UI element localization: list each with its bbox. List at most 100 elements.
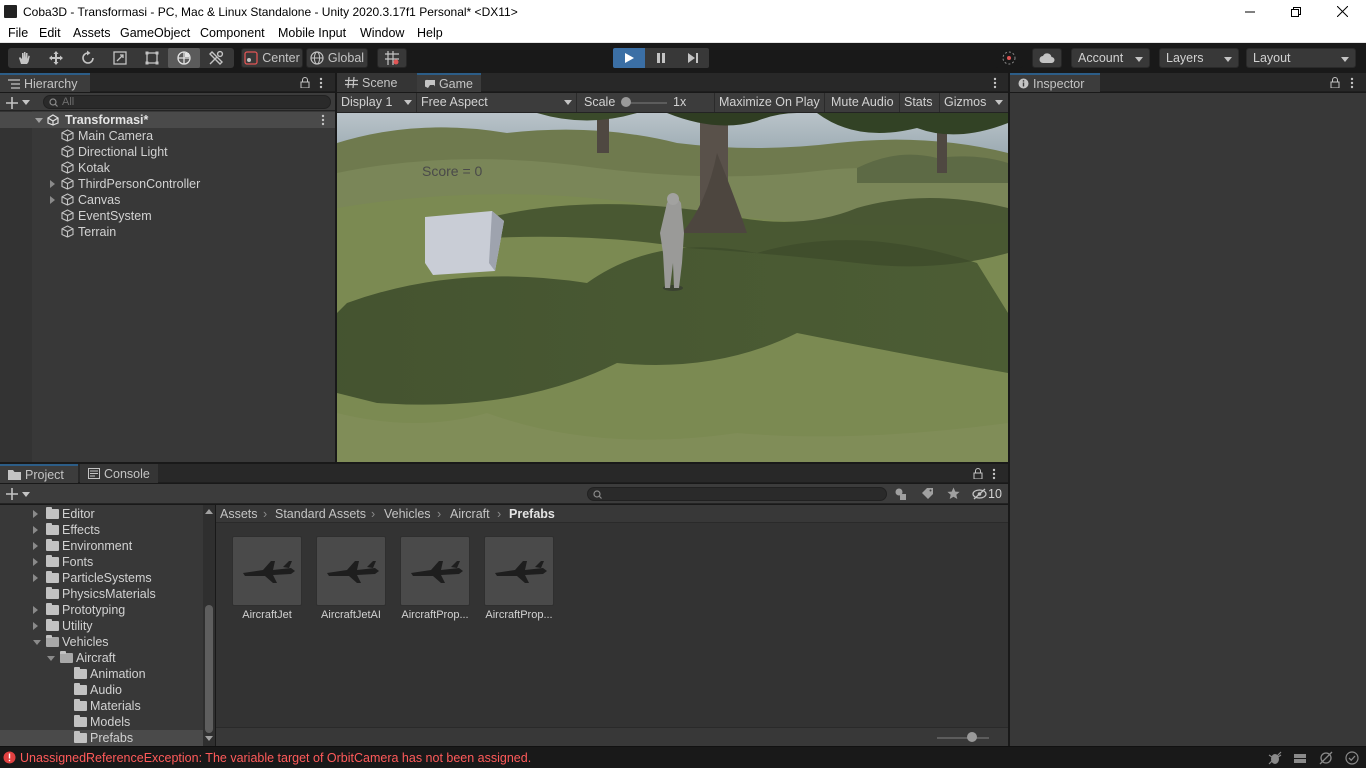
star-icon[interactable] [947, 487, 960, 500]
kebab-menu-icon[interactable] [992, 468, 996, 480]
tab-hierarchy[interactable]: Hierarchy [0, 73, 90, 92]
scroll-up-icon[interactable] [205, 509, 213, 514]
scale-tool-button[interactable] [104, 48, 136, 68]
bug-disabled-icon[interactable] [1268, 751, 1282, 765]
tab-project[interactable]: Project [0, 464, 78, 483]
snap-grid-button[interactable] [377, 48, 407, 68]
rotate-tool-button[interactable] [72, 48, 104, 68]
layout-dropdown[interactable]: Layout [1246, 48, 1356, 68]
lock-icon[interactable] [1330, 77, 1340, 88]
project-tree-item[interactable]: Prototyping [0, 602, 203, 618]
account-dropdown[interactable]: Account [1071, 48, 1150, 68]
project-tree-item[interactable]: Effects [0, 522, 203, 538]
project-tree-item[interactable]: ParticleSystems [0, 570, 203, 586]
tab-scene[interactable]: Scene [337, 73, 417, 92]
space-global-toggle[interactable]: Global [306, 48, 368, 68]
breadcrumb-current[interactable]: Prefabs [509, 507, 555, 521]
kebab-menu-icon[interactable] [321, 114, 325, 126]
build-icon[interactable] [1293, 751, 1307, 765]
breadcrumb-item[interactable]: Assets [220, 507, 258, 521]
fold-closed-icon[interactable] [33, 526, 38, 534]
fold-closed-icon[interactable] [50, 180, 55, 188]
project-tree-item[interactable]: PhysicsMaterials [0, 586, 203, 602]
project-tree-item[interactable]: Animation [0, 666, 203, 682]
hierarchy-item[interactable]: Kotak [0, 160, 335, 176]
menu-mobile-input[interactable]: Mobile Input [278, 26, 346, 40]
transform-tool-button[interactable] [168, 48, 200, 68]
tag-icon[interactable] [921, 487, 934, 500]
project-tree-item[interactable]: Fonts [0, 554, 203, 570]
hierarchy-item[interactable]: ThirdPersonController [0, 176, 335, 192]
tab-console[interactable]: Console [80, 464, 158, 483]
project-tree-item[interactable]: Prefabs [0, 730, 203, 746]
fold-closed-icon[interactable] [33, 558, 38, 566]
project-tree-item[interactable]: Vehicles [0, 634, 203, 650]
tree-scrollbar[interactable] [203, 505, 215, 746]
breadcrumb-item[interactable]: Standard Assets [275, 507, 366, 521]
auto-generate-lighting-icon[interactable] [1319, 751, 1333, 765]
kebab-menu-icon[interactable] [319, 77, 323, 89]
scroll-down-icon[interactable] [205, 736, 213, 741]
restore-button[interactable] [1273, 0, 1319, 23]
menu-gameobject[interactable]: GameObject [120, 26, 190, 40]
custom-tool-button[interactable] [200, 48, 232, 68]
rect-tool-button[interactable] [136, 48, 168, 68]
play-button[interactable] [613, 48, 645, 68]
lock-icon[interactable] [973, 468, 983, 479]
menu-file[interactable]: File [8, 26, 28, 40]
project-tree-item[interactable]: Utility [0, 618, 203, 634]
pause-button[interactable] [645, 48, 677, 68]
hierarchy-item[interactable]: Terrain [0, 224, 335, 240]
cloud-button[interactable] [1032, 48, 1062, 68]
project-tree-item[interactable]: Audio [0, 682, 203, 698]
fold-closed-icon[interactable] [33, 542, 38, 550]
icon-size-slider-thumb[interactable] [967, 732, 977, 742]
project-tree-item[interactable]: Aircraft [0, 650, 203, 666]
fold-closed-icon[interactable] [50, 196, 55, 204]
hand-tool-button[interactable] [8, 48, 40, 68]
scrollbar-thumb[interactable] [205, 605, 213, 733]
fold-open-icon[interactable] [33, 640, 41, 645]
fold-closed-icon[interactable] [33, 622, 38, 630]
minimize-button[interactable] [1227, 0, 1273, 23]
hierarchy-item[interactable]: Canvas [0, 192, 335, 208]
asset-prefab-tile[interactable] [484, 536, 554, 606]
fold-closed-icon[interactable] [33, 606, 38, 614]
hierarchy-item[interactable]: EventSystem [0, 208, 335, 224]
asset-prefab-tile[interactable] [232, 536, 302, 606]
close-button[interactable] [1319, 0, 1365, 23]
game-viewport[interactable]: Score = 0 [337, 113, 1008, 462]
menu-component[interactable]: Component [200, 26, 265, 40]
fold-open-icon[interactable] [35, 118, 43, 123]
mute-audio-toggle[interactable]: Mute Audio [824, 93, 899, 112]
project-tree-item[interactable]: Models [0, 714, 203, 730]
aspect-dropdown[interactable]: Free Aspect [417, 93, 577, 112]
scene-row[interactable]: Transformasi* [0, 112, 335, 128]
maximize-on-play-toggle[interactable]: Maximize On Play [714, 93, 824, 112]
layers-dropdown[interactable]: Layers [1159, 48, 1239, 68]
project-tree-item[interactable]: Environment [0, 538, 203, 554]
tab-inspector[interactable]: Inspector [1010, 73, 1100, 92]
display-dropdown[interactable]: Display 1 [337, 93, 417, 112]
kebab-menu-icon[interactable] [993, 77, 997, 89]
project-tree-item[interactable]: Editor [0, 506, 203, 522]
tab-game[interactable]: Game [417, 73, 481, 92]
menu-window[interactable]: Window [360, 26, 404, 40]
chevron-down-icon[interactable] [22, 492, 30, 497]
project-search[interactable] [587, 487, 887, 501]
kebab-menu-icon[interactable] [1350, 77, 1354, 89]
step-button[interactable] [677, 48, 709, 68]
chevron-down-icon[interactable] [22, 100, 30, 105]
hierarchy-search[interactable]: All [43, 95, 331, 109]
check-circle-icon[interactable] [1345, 751, 1359, 765]
breadcrumb-item[interactable]: Aircraft [450, 507, 490, 521]
menu-assets[interactable]: Assets [73, 26, 111, 40]
gizmos-dropdown[interactable]: Gizmos [939, 93, 1008, 112]
eye-hidden-icon[interactable] [972, 488, 987, 500]
breadcrumb-item[interactable]: Vehicles [384, 507, 431, 521]
asset-prefab-tile[interactable] [400, 536, 470, 606]
menu-edit[interactable]: Edit [39, 26, 61, 40]
status-message[interactable]: UnassignedReferenceException: The variab… [20, 751, 531, 765]
search-by-type-icon[interactable] [894, 487, 908, 501]
collab-button[interactable] [995, 48, 1023, 68]
